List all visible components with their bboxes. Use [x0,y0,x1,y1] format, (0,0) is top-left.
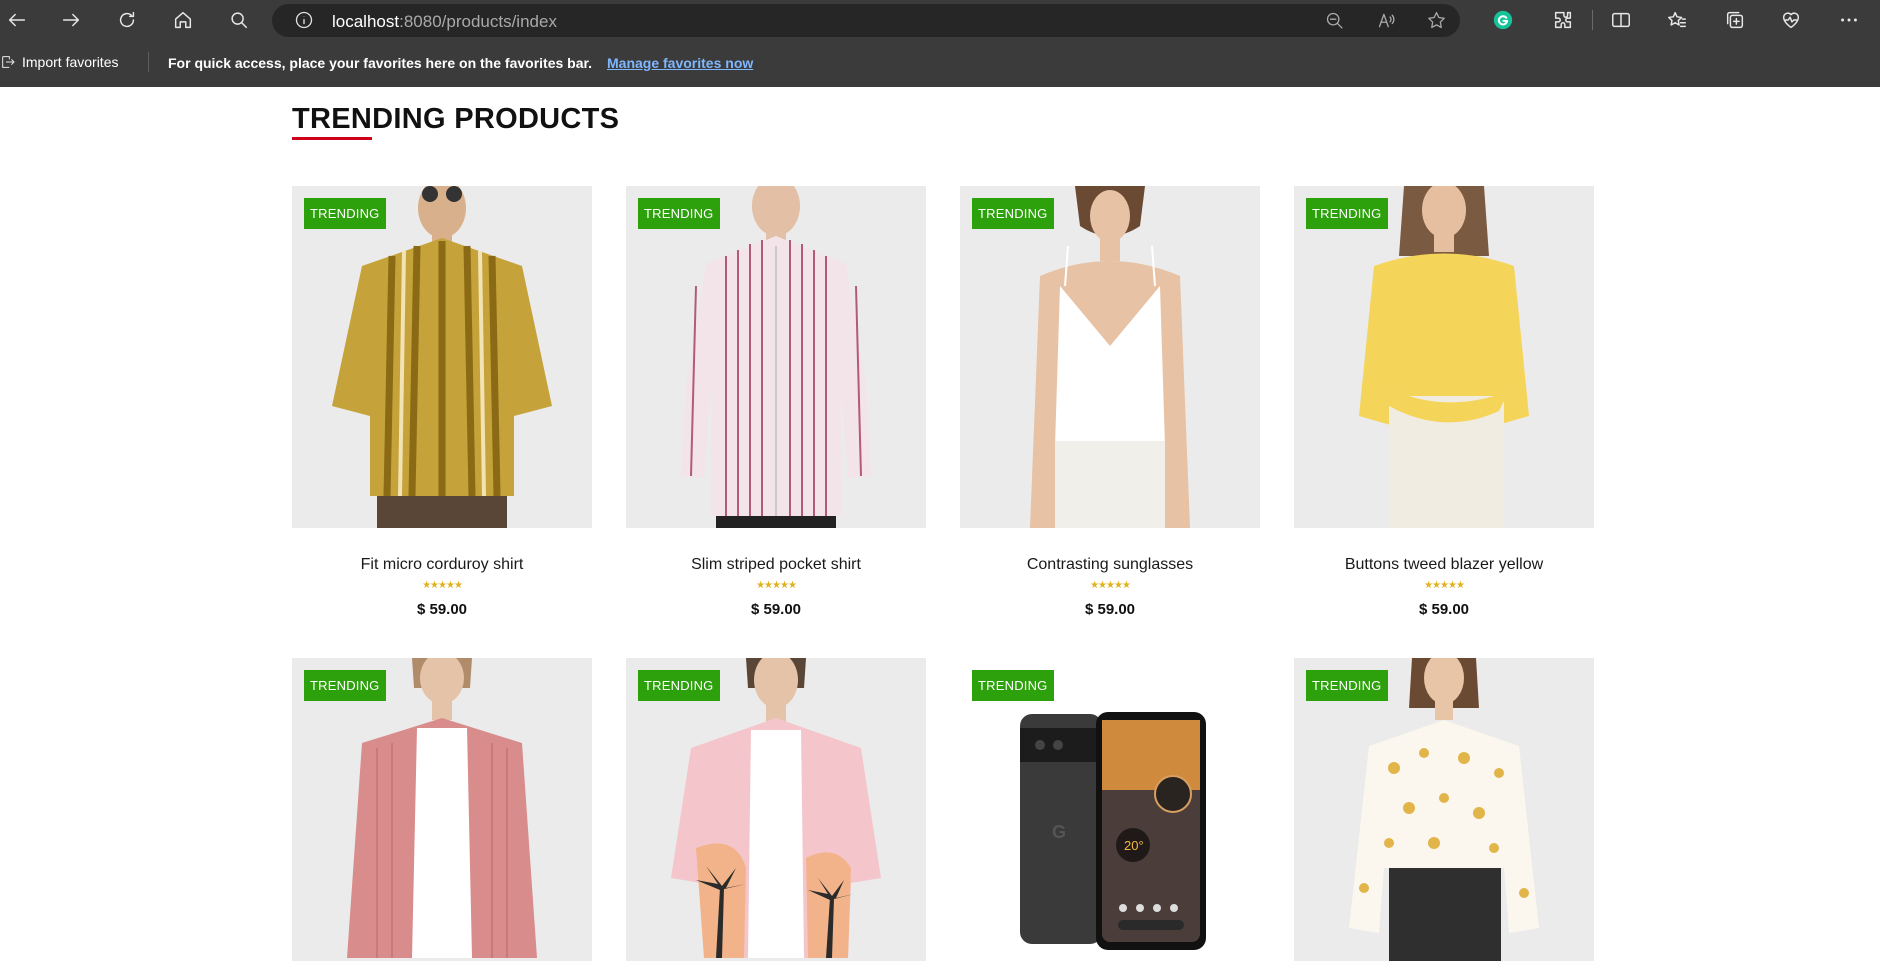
favorites-icon[interactable] [1664,7,1690,33]
product-price: $ 59.00 [750,601,802,618]
yellow-blouse-image [1359,186,1529,528]
home-icon[interactable] [170,7,196,33]
rating-stars: ★★★★★ [1424,580,1465,591]
back-icon[interactable] [4,7,30,33]
favorites-divider [148,52,149,72]
product-price: $ 59.00 [1084,601,1136,618]
trending-badge: TRENDING [638,198,720,229]
pixel-phone-image: G 20° [1020,712,1206,950]
url-text[interactable]: localhost:8080/products/index [332,12,557,32]
product-name[interactable]: Fit micro corduroy shirt [292,556,592,574]
trending-badge: TRENDING [638,670,720,701]
split-screen-icon[interactable] [1608,7,1634,33]
product-name[interactable]: Contrasting sunglasses [960,556,1260,574]
grammarly-icon[interactable] [1490,7,1516,33]
rating-stars: ★★★★★ [1090,580,1131,591]
product-image[interactable]: TRENDING [960,186,1260,528]
product-name[interactable]: Buttons tweed blazer yellow [1294,556,1594,574]
trending-badge: TRENDING [1306,198,1388,229]
browser-chrome: localhost:8080/products/index Import fav… [0,0,1880,87]
rating-stars: ★★★★★ [756,580,797,591]
product-price: $ 59.00 [1418,601,1470,618]
browser-essentials-icon[interactable] [1778,7,1804,33]
pink-overshirt-image [347,658,537,958]
refresh-icon[interactable] [114,7,140,33]
product-name[interactable]: Slim striped pocket shirt [626,556,926,574]
product-image[interactable]: TRENDING [1294,658,1594,961]
mustard-striped-shirt-image [332,186,552,528]
product-image[interactable]: TRENDING [292,186,592,528]
white-camisole-image [1030,186,1190,528]
forward-icon[interactable] [58,7,84,33]
zoom-out-icon[interactable] [1324,10,1346,32]
import-favorites-button[interactable]: Import favorites [0,54,118,70]
product-image[interactable]: G 20° TRENDING [960,658,1260,961]
site-info-icon[interactable] [294,10,314,30]
read-aloud-icon[interactable] [1376,10,1398,32]
url-path: :8080/products/index [399,12,557,31]
collections-icon[interactable] [1722,7,1748,33]
favorites-message: For quick access, place your favorites h… [168,55,593,71]
address-bar[interactable]: localhost:8080/products/index [272,4,1460,37]
pink-striped-shirt-image [681,186,871,528]
favorite-star-icon[interactable] [1426,10,1448,32]
more-menu-icon[interactable] [1836,7,1862,33]
title-underline [292,137,372,140]
svg-text:G: G [1052,822,1066,842]
manage-favorites-link[interactable]: Manage favorites now [607,55,753,71]
trending-badge: TRENDING [972,670,1054,701]
rating-stars: ★★★★★ [422,580,463,591]
import-favorites-label: Import favorites [22,54,119,70]
search-icon[interactable] [226,7,252,33]
product-image[interactable]: TRENDING [626,186,926,528]
product-image[interactable]: TRENDING [626,658,926,961]
section-title: TRENDING PRODUCTS [292,103,620,135]
trending-badge: TRENDING [972,198,1054,229]
extensions-icon[interactable] [1550,7,1576,33]
trending-badge: TRENDING [304,198,386,229]
import-icon [2,56,15,68]
favorites-bar: Import favorites For quick access, place… [0,48,1880,78]
browser-toolbar: localhost:8080/products/index [0,0,1880,40]
product-image[interactable]: TRENDING [292,658,592,961]
toolbar-separator [1592,10,1593,30]
trending-badge: TRENDING [304,670,386,701]
product-image[interactable]: TRENDING [1294,186,1594,528]
trending-badge: TRENDING [1306,670,1388,701]
product-price: $ 59.00 [416,601,468,618]
url-host: localhost [332,12,400,31]
page-content: TRENDING PRODUCTS TRENDING Fit micro cor… [0,87,1880,961]
palm-print-shirt-image [671,658,881,958]
svg-text:20°: 20° [1124,838,1144,853]
floral-blouse-image [1349,658,1539,961]
